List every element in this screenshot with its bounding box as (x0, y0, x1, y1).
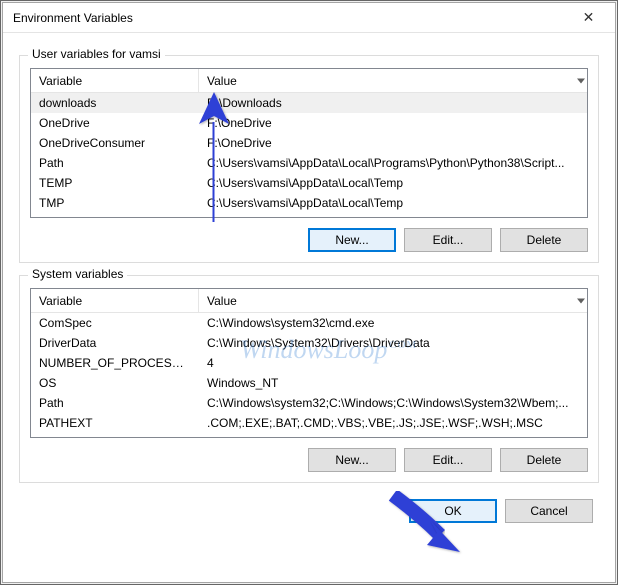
ok-button[interactable]: OK (409, 499, 497, 523)
close-icon: ✕ (583, 9, 595, 26)
cell-variable: NUMBER_OF_PROCESSORS (31, 354, 199, 372)
table-row[interactable]: Path C:\Users\vamsi\AppData\Local\Progra… (31, 153, 587, 173)
user-list-header: Variable Value (31, 69, 587, 93)
user-variables-group: User variables for vamsi Variable Value … (19, 55, 599, 263)
system-group-label: System variables (28, 267, 127, 281)
cell-variable: TEMP (31, 174, 199, 192)
user-button-row: New... Edit... Delete (30, 228, 588, 252)
table-row[interactable]: ComSpec C:\Windows\system32\cmd.exe (31, 313, 587, 333)
cell-value: C:\Windows\system32\cmd.exe (199, 314, 587, 332)
content-area: User variables for vamsi Variable Value … (3, 33, 615, 537)
table-row[interactable]: TMP C:\Users\vamsi\AppData\Local\Temp (31, 193, 587, 213)
cell-value: C:\Users\vamsi\AppData\Local\Temp (199, 174, 587, 192)
table-row[interactable]: PATHEXT .COM;.EXE;.BAT;.CMD;.VBS;.VBE;.J… (31, 413, 587, 433)
table-row[interactable]: DriverData C:\Windows\System32\Drivers\D… (31, 333, 587, 353)
system-variables-list[interactable]: Variable Value ComSpec C:\Windows\system… (30, 288, 588, 438)
table-row[interactable]: TEMP C:\Users\vamsi\AppData\Local\Temp (31, 173, 587, 193)
cell-value: C:\Windows\system32;C:\Windows;C:\Window… (199, 394, 587, 412)
user-group-label: User variables for vamsi (28, 47, 165, 61)
system-list-header: Variable Value (31, 289, 587, 313)
cell-variable: TMP (31, 194, 199, 212)
cell-value: 4 (199, 354, 587, 372)
system-new-button[interactable]: New... (308, 448, 396, 472)
table-row[interactable]: NUMBER_OF_PROCESSORS 4 (31, 353, 587, 373)
cell-variable: downloads (31, 94, 199, 112)
cell-variable: Path (31, 154, 199, 172)
table-row[interactable]: OneDrive F:\OneDrive (31, 113, 587, 133)
cell-value: C:\Users\vamsi\AppData\Local\Temp (199, 194, 587, 212)
cancel-button[interactable]: Cancel (505, 499, 593, 523)
cell-value: Windows_NT (199, 374, 587, 392)
system-variables-group: System variables Variable Value ComSpec … (19, 275, 599, 483)
cell-value: C:\Windows\System32\Drivers\DriverData (199, 334, 587, 352)
system-button-row: New... Edit... Delete (30, 448, 588, 472)
table-row[interactable]: downloads D:\Downloads (31, 93, 587, 113)
cell-variable: Path (31, 394, 199, 412)
cell-value: F:\OneDrive (199, 134, 587, 152)
user-new-button[interactable]: New... (308, 228, 396, 252)
cell-value: .COM;.EXE;.BAT;.CMD;.VBS;.VBE;.JS;.JSE;.… (199, 414, 587, 432)
cell-value: C:\Users\vamsi\AppData\Local\Programs\Py… (199, 154, 587, 172)
table-row[interactable]: PROCESSOR_ARCHITECTURE AMD64 (31, 433, 587, 438)
system-edit-button[interactable]: Edit... (404, 448, 492, 472)
close-button[interactable]: ✕ (566, 4, 611, 32)
cell-variable: OneDrive (31, 114, 199, 132)
cell-variable: PATHEXT (31, 414, 199, 432)
cell-variable: PROCESSOR_ARCHITECTURE (31, 434, 199, 438)
col-variable[interactable]: Variable (31, 69, 199, 92)
cell-value: AMD64 (199, 434, 587, 438)
col-value[interactable]: Value (199, 69, 587, 92)
env-vars-dialog: Environment Variables ✕ User variables f… (2, 2, 616, 583)
table-row[interactable]: Path C:\Windows\system32;C:\Windows;C:\W… (31, 393, 587, 413)
table-row[interactable]: OneDriveConsumer F:\OneDrive (31, 133, 587, 153)
user-variables-list[interactable]: Variable Value downloads D:\Downloads On… (30, 68, 588, 218)
cell-variable: DriverData (31, 334, 199, 352)
system-delete-button[interactable]: Delete (500, 448, 588, 472)
cell-variable: OneDriveConsumer (31, 134, 199, 152)
user-delete-button[interactable]: Delete (500, 228, 588, 252)
cell-value: F:\OneDrive (199, 114, 587, 132)
cell-value: D:\Downloads (199, 94, 587, 112)
col-value[interactable]: Value (199, 289, 587, 312)
dialog-button-row: OK Cancel (19, 499, 599, 523)
table-row[interactable]: OS Windows_NT (31, 373, 587, 393)
cell-variable: OS (31, 374, 199, 392)
window-title: Environment Variables (13, 11, 133, 25)
col-variable[interactable]: Variable (31, 289, 199, 312)
user-edit-button[interactable]: Edit... (404, 228, 492, 252)
cell-variable: ComSpec (31, 314, 199, 332)
titlebar: Environment Variables ✕ (3, 3, 615, 33)
